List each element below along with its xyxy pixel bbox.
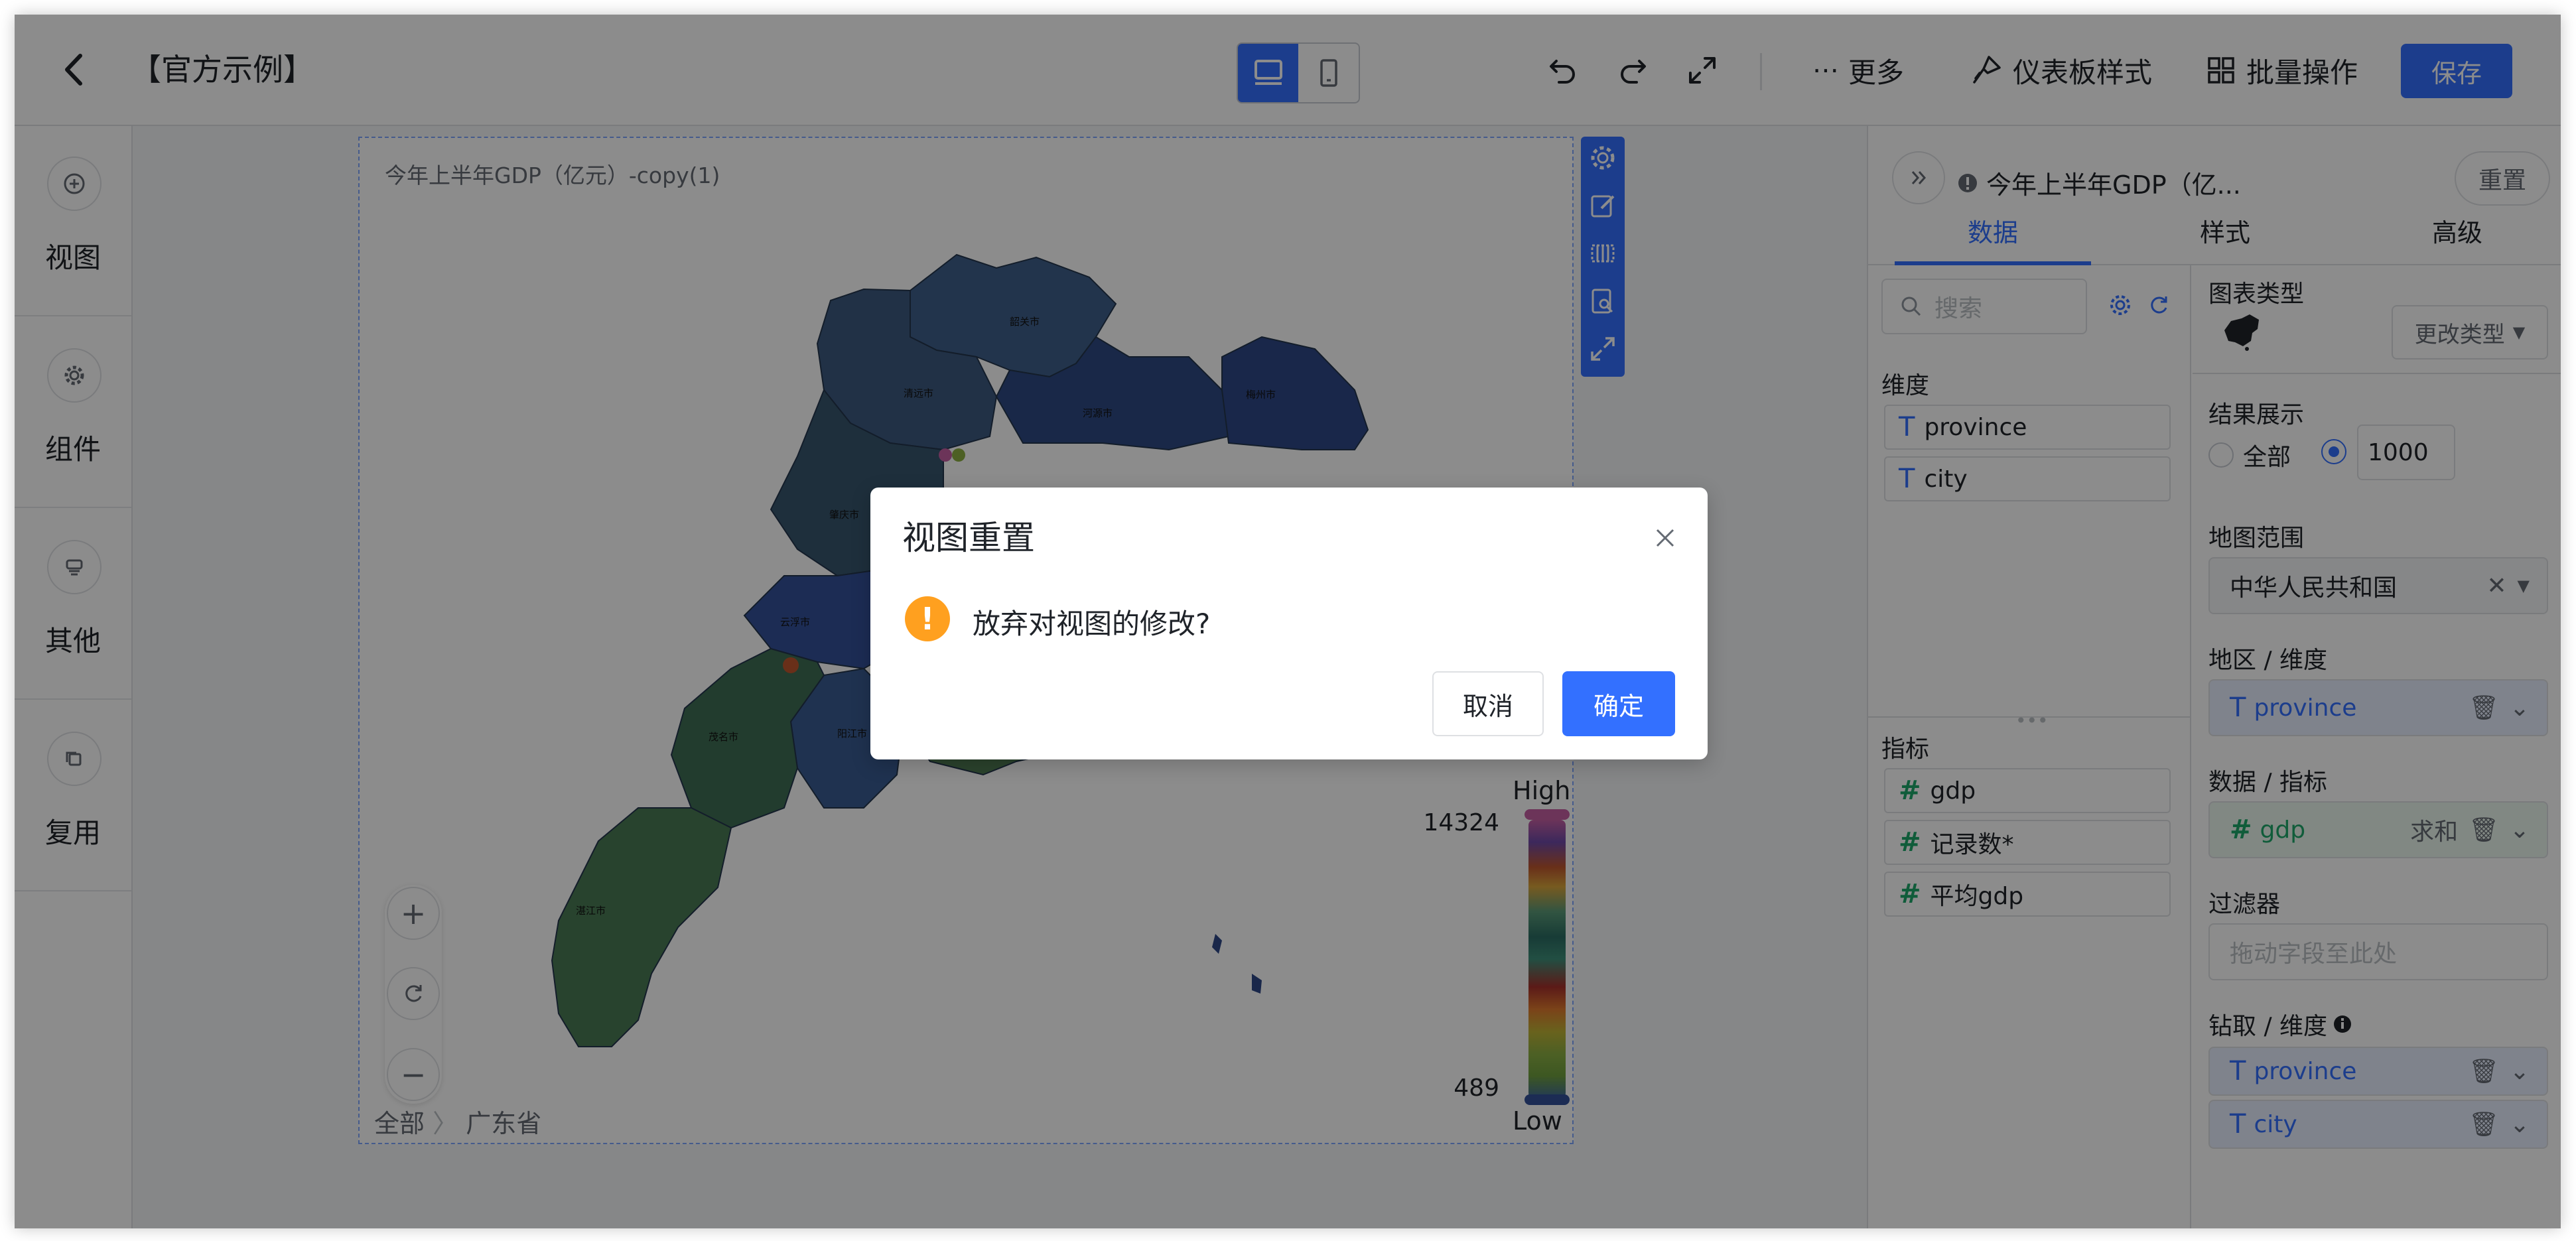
confirm-button[interactable]: 确定 [1562,671,1675,736]
close-icon[interactable] [1653,526,1677,550]
dialog-title: 视图重置 [902,519,1035,557]
dialog-message: 放弃对视图的修改? [973,608,1211,640]
cancel-button[interactable]: 取消 [1432,671,1544,736]
app-window: 【官方示例】 ⋯ 更多 仪表板样式 批量操作 保存 视图 组件 其他 复用 今年… [15,15,2561,1228]
reset-view-dialog: 视图重置 ! 放弃对视图的修改? 取消 确定 [870,488,1708,759]
warning-icon: ! [905,596,950,641]
